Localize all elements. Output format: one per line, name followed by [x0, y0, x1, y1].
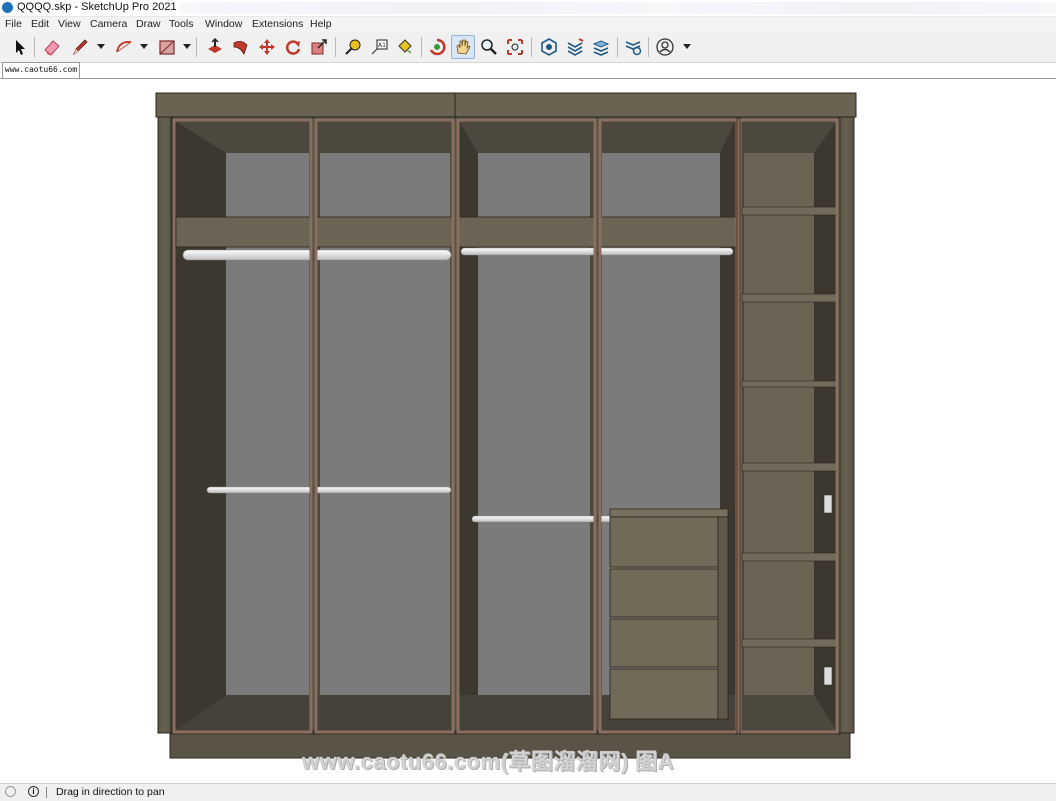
- blurred-browser-tabs: [180, 2, 1056, 14]
- menu-edit[interactable]: Edit: [31, 18, 49, 30]
- toolbar-separator: [648, 37, 649, 57]
- zoom-tool-icon[interactable]: [477, 35, 501, 59]
- line-tools-dropdown-caret[interactable]: [97, 44, 105, 49]
- geo-location-icon[interactable]: [5, 786, 16, 797]
- menu-extensions[interactable]: Extensions: [252, 18, 303, 30]
- menu-window[interactable]: Window: [205, 18, 242, 30]
- left-side-panel: [157, 116, 173, 734]
- title-bar: QQQQ.skp - SketchUp Pro 2021: [0, 0, 1056, 17]
- status-divider: [46, 787, 47, 798]
- arc-tools-dropdown-caret[interactable]: [140, 44, 148, 49]
- layout-icon[interactable]: [589, 35, 613, 59]
- drawing-viewport[interactable]: [0, 78, 1056, 781]
- toolbar-separator: [335, 37, 336, 57]
- menu-bar: File Edit View Camera Draw Tools Window …: [0, 17, 1056, 32]
- toolbar-separator: [196, 37, 197, 57]
- zoom-extents-tool-icon[interactable]: [503, 35, 527, 59]
- hanging-bay-2: [315, 119, 455, 733]
- menu-camera[interactable]: Camera: [90, 18, 127, 30]
- sketchup-app-icon: [2, 2, 13, 13]
- rotate-tool-icon[interactable]: [281, 35, 305, 59]
- tape-measure-tool-icon[interactable]: [341, 35, 365, 59]
- toolbar-separator: [34, 37, 35, 57]
- menu-tools[interactable]: Tools: [169, 18, 194, 30]
- 3d-warehouse-icon[interactable]: [537, 35, 561, 59]
- open-shelf-column: [740, 119, 838, 733]
- lower-hanging-rod: [471, 515, 613, 523]
- status-message: Drag in direction to pan: [56, 786, 165, 798]
- scene-tab[interactable]: www.caotu66.com: [2, 62, 80, 78]
- drawer-3: [609, 618, 719, 668]
- move-tool-icon[interactable]: [255, 35, 279, 59]
- menu-file[interactable]: File: [5, 18, 22, 30]
- window-title: QQQQ.skp - SketchUp Pro 2021: [17, 1, 177, 13]
- wardrobe-model: [155, 92, 857, 759]
- info-icon[interactable]: i: [28, 786, 39, 797]
- toolbar-separator: [617, 37, 618, 57]
- drawer-1: [609, 516, 719, 568]
- menu-draw[interactable]: Draw: [136, 18, 161, 30]
- push-pull-tool-icon[interactable]: [203, 35, 227, 59]
- eraser-tool-icon[interactable]: [40, 35, 64, 59]
- hanging-bay-1: [172, 119, 313, 733]
- right-side-panel: [837, 116, 855, 734]
- power-socket: [823, 666, 833, 686]
- arc-tool-icon[interactable]: [112, 35, 136, 59]
- toolbar-separator: [531, 37, 532, 57]
- power-socket: [823, 494, 833, 514]
- text-tool-label: A1: [378, 42, 386, 49]
- paint-bucket-tool-icon[interactable]: [393, 35, 417, 59]
- rectangle-tool-icon[interactable]: [155, 35, 179, 59]
- scale-tool-icon[interactable]: [307, 35, 331, 59]
- hanging-bay-3: [457, 119, 597, 733]
- extension-manager-icon[interactable]: [621, 35, 645, 59]
- drawer-unit: [609, 508, 729, 720]
- pencil-line-tool-icon[interactable]: [68, 35, 92, 59]
- follow-me-tool-icon[interactable]: [229, 35, 253, 59]
- account-icon[interactable]: [653, 35, 677, 59]
- orbit-tool-icon[interactable]: [425, 35, 449, 59]
- shape-tools-dropdown-caret[interactable]: [183, 44, 191, 49]
- drawer-4: [609, 668, 719, 720]
- account-dropdown-caret[interactable]: [683, 44, 691, 49]
- toolbar-separator: [421, 37, 422, 57]
- menu-view[interactable]: View: [58, 18, 81, 30]
- middle-hanging-rod: [206, 486, 452, 494]
- pan-tool-icon[interactable]: [451, 35, 475, 59]
- drawer-2: [609, 568, 719, 618]
- select-tool-icon[interactable]: [8, 35, 32, 59]
- extension-warehouse-icon[interactable]: [563, 35, 587, 59]
- text-tool-icon[interactable]: A1: [367, 35, 391, 59]
- watermark-text: www.caotu66.com(草图溜溜网) 图A: [302, 749, 675, 774]
- large-toolset-toolbar: A1: [0, 32, 1056, 63]
- wardrobe-top: [155, 92, 857, 118]
- status-bar: i Drag in direction to pan: [0, 783, 1056, 801]
- menu-help[interactable]: Help: [310, 18, 332, 30]
